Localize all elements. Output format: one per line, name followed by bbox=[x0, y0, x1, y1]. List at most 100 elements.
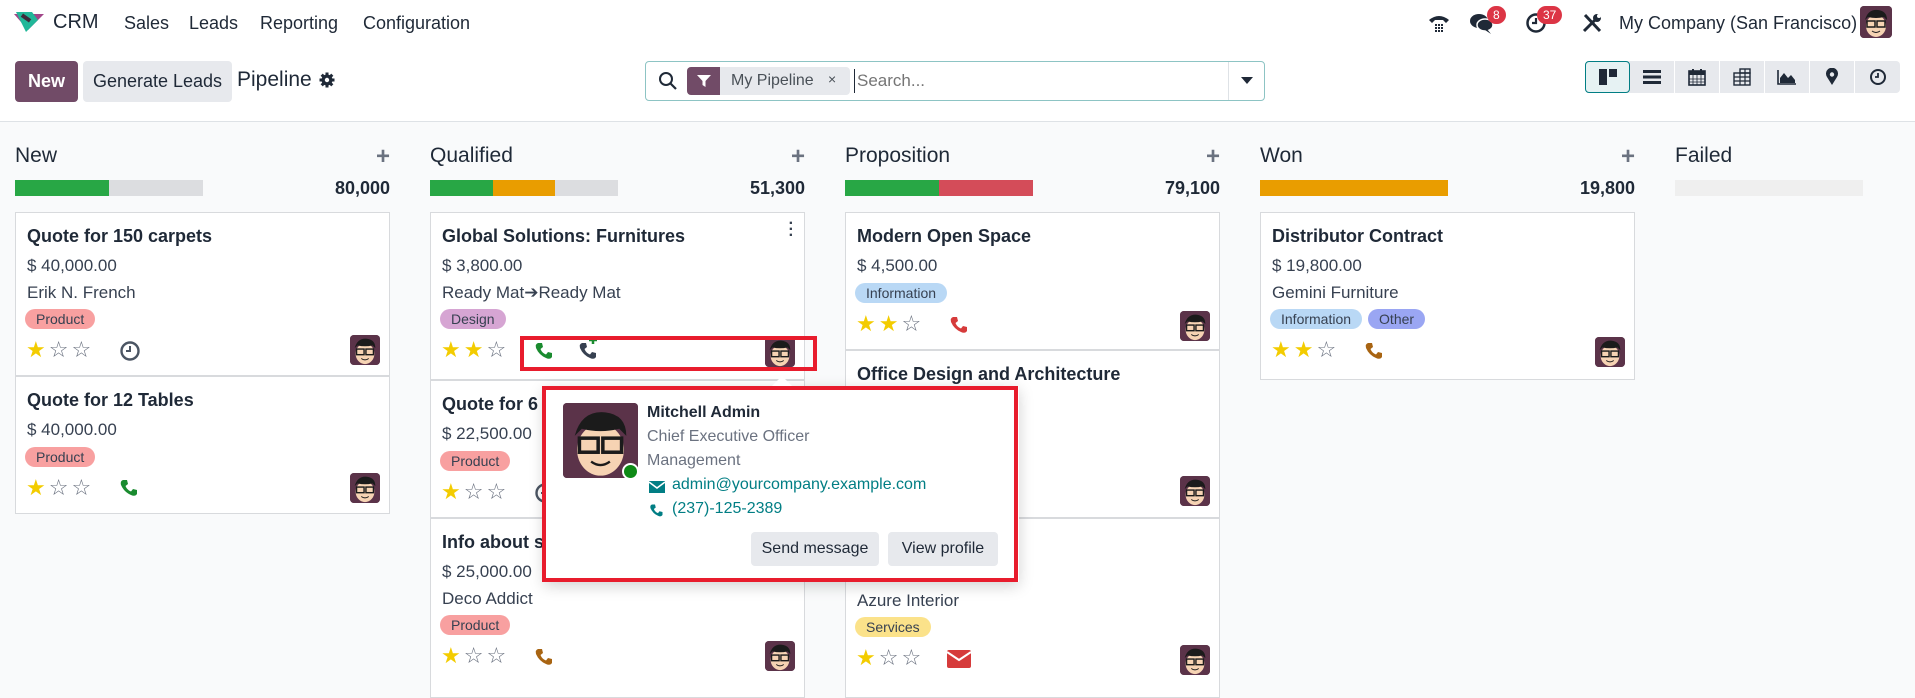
app-name[interactable]: CRM bbox=[53, 11, 99, 34]
search-options-toggle[interactable] bbox=[1228, 62, 1264, 100]
facet-remove-icon[interactable]: × bbox=[828, 71, 836, 87]
view-pivot-button[interactable] bbox=[1720, 61, 1765, 93]
salesperson-avatar[interactable] bbox=[1180, 645, 1210, 675]
search-icon[interactable] bbox=[658, 71, 678, 96]
priority-stars[interactable]: ★ ☆ ☆ bbox=[26, 477, 91, 499]
star-empty-icon[interactable]: ☆ bbox=[879, 647, 899, 669]
salesperson-avatar[interactable] bbox=[1595, 337, 1625, 367]
star-filled-icon[interactable]: ★ bbox=[441, 481, 461, 503]
filter-facet-my-pipeline[interactable]: My Pipeline × bbox=[687, 67, 850, 95]
activity-envelope-icon[interactable] bbox=[946, 650, 972, 673]
view-graph-button[interactable] bbox=[1765, 61, 1810, 93]
quick-create-plus-icon[interactable]: + bbox=[376, 143, 390, 171]
star-filled-icon[interactable]: ★ bbox=[856, 647, 876, 669]
kanban-card[interactable]: Modern Open Space $ 4,500.00 Information… bbox=[845, 212, 1220, 350]
star-empty-icon[interactable]: ☆ bbox=[464, 645, 484, 667]
user-avatar[interactable] bbox=[1860, 6, 1892, 38]
column-progress-bar[interactable] bbox=[1675, 180, 1863, 196]
card-amount: $ 4,500.00 bbox=[857, 256, 938, 275]
gear-icon[interactable] bbox=[319, 72, 335, 93]
column-progress-bar[interactable] bbox=[845, 180, 1033, 196]
column-progress-bar[interactable] bbox=[430, 180, 618, 196]
activity-phone-icon[interactable] bbox=[1364, 341, 1384, 366]
generate-leads-button[interactable]: Generate Leads bbox=[83, 61, 232, 102]
view-calendar-button[interactable] bbox=[1675, 61, 1720, 93]
company-switcher[interactable]: My Company (San Francisco) bbox=[1619, 13, 1857, 34]
priority-stars[interactable]: ★ ☆ ☆ bbox=[441, 645, 506, 667]
menu-sales[interactable]: Sales bbox=[124, 13, 169, 34]
activity-phone-icon[interactable] bbox=[949, 315, 969, 340]
priority-stars[interactable]: ★ ★ ☆ bbox=[1271, 339, 1336, 361]
star-empty-icon[interactable]: ☆ bbox=[486, 481, 506, 503]
voip-phone-icon[interactable] bbox=[1426, 10, 1452, 36]
star-empty-icon[interactable]: ☆ bbox=[1316, 339, 1336, 361]
card-menu-kebab-icon[interactable]: · · · bbox=[789, 216, 794, 244]
debug-tools-icon[interactable] bbox=[1579, 10, 1605, 36]
activity-clock-icon[interactable] bbox=[119, 340, 141, 367]
column-title[interactable]: New bbox=[15, 144, 57, 168]
star-filled-icon[interactable]: ★ bbox=[1294, 339, 1314, 361]
kanban-icon bbox=[1598, 69, 1617, 85]
progress-segment-green[interactable] bbox=[15, 180, 109, 196]
kanban-card[interactable]: Quote for 12 Tables $ 40,000.00 Product … bbox=[15, 376, 390, 514]
progress-segment-green[interactable] bbox=[845, 180, 939, 196]
star-empty-icon[interactable]: ☆ bbox=[901, 313, 921, 335]
kanban-card[interactable]: Distributor Contract $ 19,800.00 Gemini … bbox=[1260, 212, 1635, 380]
kanban-card[interactable]: Quote for 150 carpets $ 40,000.00 Erik N… bbox=[15, 212, 390, 376]
star-filled-icon[interactable]: ★ bbox=[26, 477, 46, 499]
star-filled-icon[interactable]: ★ bbox=[441, 645, 461, 667]
priority-stars[interactable]: ★ ★ ☆ bbox=[856, 313, 921, 335]
activity-phone-icon[interactable] bbox=[119, 478, 139, 503]
salesperson-avatar[interactable] bbox=[350, 335, 380, 365]
column-progress-bar[interactable] bbox=[15, 180, 203, 196]
star-empty-icon[interactable]: ☆ bbox=[71, 477, 91, 499]
quick-create-plus-icon[interactable]: + bbox=[791, 143, 805, 171]
salesperson-avatar[interactable] bbox=[350, 473, 380, 503]
column-title[interactable]: Won bbox=[1260, 144, 1303, 168]
menu-configuration[interactable]: Configuration bbox=[363, 13, 470, 34]
new-button[interactable]: New bbox=[15, 61, 78, 102]
menu-leads[interactable]: Leads bbox=[189, 13, 238, 34]
quick-create-plus-icon[interactable]: + bbox=[1621, 143, 1635, 171]
column-progress-bar[interactable] bbox=[1260, 180, 1448, 196]
star-filled-icon[interactable]: ★ bbox=[26, 339, 46, 361]
view-activity-button[interactable] bbox=[1855, 61, 1900, 93]
priority-stars[interactable]: ★ ☆ ☆ bbox=[441, 481, 506, 503]
card-tags: Product bbox=[440, 451, 511, 471]
star-filled-icon[interactable]: ★ bbox=[856, 313, 876, 335]
star-filled-icon[interactable]: ★ bbox=[441, 339, 461, 361]
card-amount: $ 22,500.00 bbox=[442, 424, 532, 443]
activities-badge: 37 bbox=[1537, 6, 1563, 24]
star-empty-icon[interactable]: ☆ bbox=[486, 339, 506, 361]
menu-reporting[interactable]: Reporting bbox=[260, 13, 338, 34]
star-empty-icon[interactable]: ☆ bbox=[486, 645, 506, 667]
star-empty-icon[interactable]: ☆ bbox=[71, 339, 91, 361]
salesperson-avatar[interactable] bbox=[1180, 476, 1210, 506]
progress-segment-orange[interactable] bbox=[492, 180, 556, 196]
crm-logo-icon[interactable] bbox=[12, 10, 46, 34]
salesperson-avatar[interactable] bbox=[765, 641, 795, 671]
column-title[interactable]: Failed bbox=[1675, 144, 1732, 168]
view-kanban-button[interactable] bbox=[1585, 61, 1630, 93]
star-filled-icon[interactable]: ★ bbox=[464, 339, 484, 361]
search-input[interactable] bbox=[854, 69, 1214, 93]
column-title[interactable]: Proposition bbox=[845, 144, 950, 168]
progress-segment-red[interactable] bbox=[939, 180, 1033, 196]
quick-create-plus-icon[interactable]: + bbox=[1206, 143, 1220, 171]
priority-stars[interactable]: ★ ★ ☆ bbox=[441, 339, 506, 361]
priority-stars[interactable]: ★ ☆ ☆ bbox=[856, 647, 921, 669]
star-filled-icon[interactable]: ★ bbox=[1271, 339, 1291, 361]
progress-segment-green[interactable] bbox=[430, 180, 493, 196]
star-empty-icon[interactable]: ☆ bbox=[49, 339, 69, 361]
salesperson-avatar[interactable] bbox=[1180, 311, 1210, 341]
star-filled-icon[interactable]: ★ bbox=[879, 313, 899, 335]
view-map-button[interactable] bbox=[1810, 61, 1855, 93]
column-title[interactable]: Qualified bbox=[430, 144, 513, 168]
priority-stars[interactable]: ★ ☆ ☆ bbox=[26, 339, 91, 361]
activity-phone-icon[interactable] bbox=[534, 647, 554, 672]
star-empty-icon[interactable]: ☆ bbox=[464, 481, 484, 503]
view-list-button[interactable] bbox=[1630, 61, 1675, 93]
star-empty-icon[interactable]: ☆ bbox=[49, 477, 69, 499]
progress-segment-orange[interactable] bbox=[1260, 180, 1448, 196]
star-empty-icon[interactable]: ☆ bbox=[901, 647, 921, 669]
